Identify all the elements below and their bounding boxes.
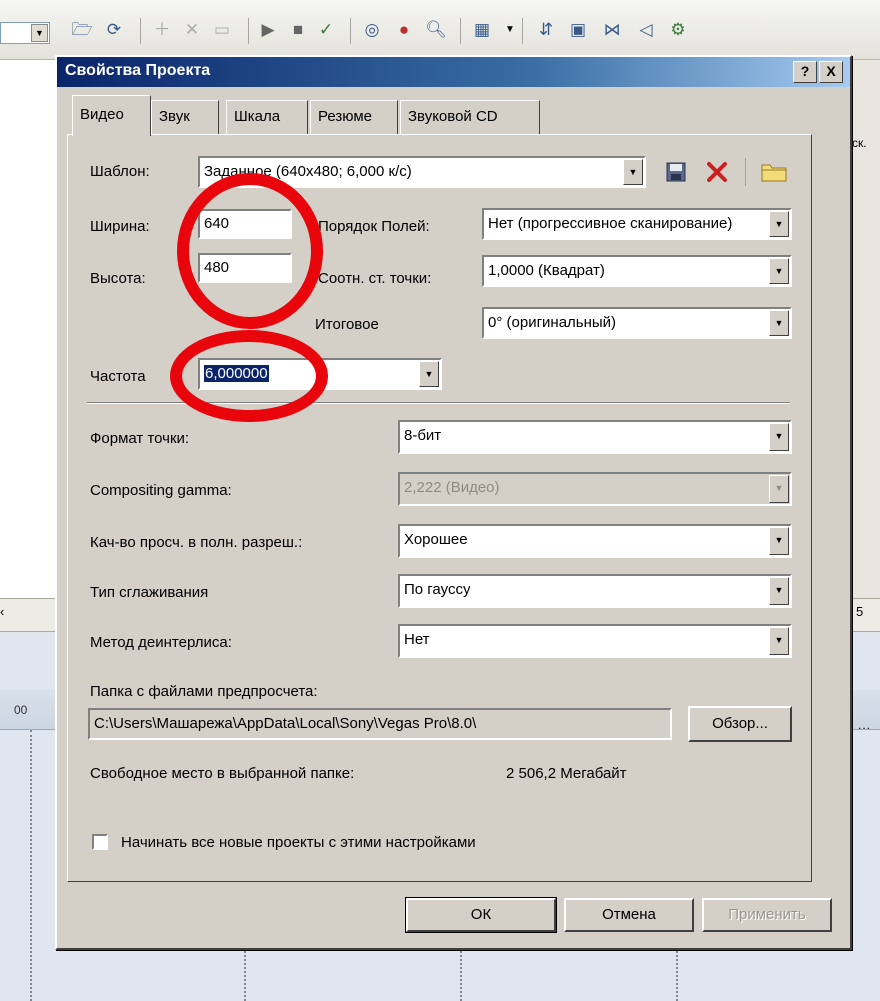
- start-all-projects-checkbox[interactable]: [92, 834, 108, 850]
- output-rotation-value: 0° (оригинальный): [488, 314, 617, 331]
- dropdown-arrow-icon: ▼: [623, 159, 643, 185]
- frame-rate-label: Частота: [90, 368, 146, 385]
- output-rotation-select[interactable]: 0° (оригинальный) ▼: [482, 307, 792, 339]
- cancel-button[interactable]: Отмена: [564, 898, 694, 932]
- preview-quality-value: Хорошее: [404, 531, 468, 548]
- start-all-projects-label: Начинать все новые проекты с этими настр…: [121, 834, 476, 851]
- width-label: Ширина:: [90, 218, 150, 235]
- save-icon[interactable]: [665, 161, 687, 183]
- free-space-label: Свободное место в выбранной папке:: [90, 765, 355, 782]
- dropdown-arrow-icon: ▼: [769, 527, 789, 555]
- blur-type-value: По гауссу: [404, 581, 471, 598]
- compositing-gamma-select: 2,222 (Видео) ▼: [398, 472, 792, 506]
- pixel-aspect-select[interactable]: 1,0000 (Квадрат) ▼: [482, 255, 792, 287]
- pixel-aspect-value: 1,0000 (Квадрат): [488, 262, 605, 279]
- ok-button[interactable]: ОК: [405, 897, 557, 933]
- free-space-value: 2 506,2 Мегабайт: [506, 765, 627, 782]
- dropdown-arrow-icon: ▼: [769, 475, 789, 503]
- dropdown-arrow-icon: ▼: [769, 627, 789, 655]
- deinterlace-label: Метод деинтерлиса:: [90, 634, 232, 651]
- folder-icon[interactable]: [760, 161, 788, 183]
- toolbar-separator: [745, 158, 746, 186]
- template-label: Шаблон:: [90, 163, 150, 180]
- deinterlace-select[interactable]: Нет ▼: [398, 624, 792, 658]
- apply-button[interactable]: Применить: [702, 898, 832, 932]
- field-order-value: Нет (прогрессивное сканирование): [488, 215, 733, 232]
- pixel-format-value: 8-бит: [404, 427, 442, 444]
- pixel-format-select[interactable]: 8-бит ▼: [398, 420, 792, 454]
- prerender-folder-input[interactable]: C:\Users\Машарежа\AppData\Local\Sony\Veg…: [88, 708, 672, 740]
- field-order-label: Порядок Полей:: [318, 218, 430, 235]
- pixel-aspect-label: Соотн. ст. точки:: [318, 270, 432, 287]
- deinterlace-value: Нет: [404, 631, 430, 648]
- height-label: Высота:: [90, 270, 146, 287]
- preview-quality-select[interactable]: Хорошее ▼: [398, 524, 792, 558]
- output-rotation-label: Итоговое: [315, 316, 379, 333]
- dropdown-arrow-icon: ▼: [769, 258, 789, 284]
- dropdown-arrow-icon: ▼: [769, 423, 789, 451]
- blur-type-select[interactable]: По гауссу ▼: [398, 574, 792, 608]
- dropdown-arrow-icon: ▼: [769, 211, 789, 237]
- compositing-gamma-value: 2,222 (Видео): [404, 479, 500, 496]
- delete-icon[interactable]: [705, 160, 729, 184]
- highlight-circle-size: [177, 173, 323, 329]
- blur-type-label: Тип сглаживания: [90, 584, 209, 601]
- preview-quality-label: Кач-во просч. в полн. разреш.:: [90, 534, 303, 551]
- pixel-format-label: Формат точки:: [90, 430, 190, 447]
- browse-button[interactable]: Обзор...: [688, 706, 792, 742]
- prerender-folder-label: Папка с файлами предпросчета:: [90, 683, 318, 700]
- dropdown-arrow-icon: ▼: [769, 577, 789, 605]
- highlight-circle-framerate: [170, 330, 328, 422]
- dropdown-arrow-icon: ▼: [769, 310, 789, 336]
- compositing-gamma-label: Compositing gamma:: [90, 482, 232, 499]
- dropdown-arrow-icon: ▼: [419, 361, 439, 387]
- field-order-select[interactable]: Нет (прогрессивное сканирование) ▼: [482, 208, 792, 240]
